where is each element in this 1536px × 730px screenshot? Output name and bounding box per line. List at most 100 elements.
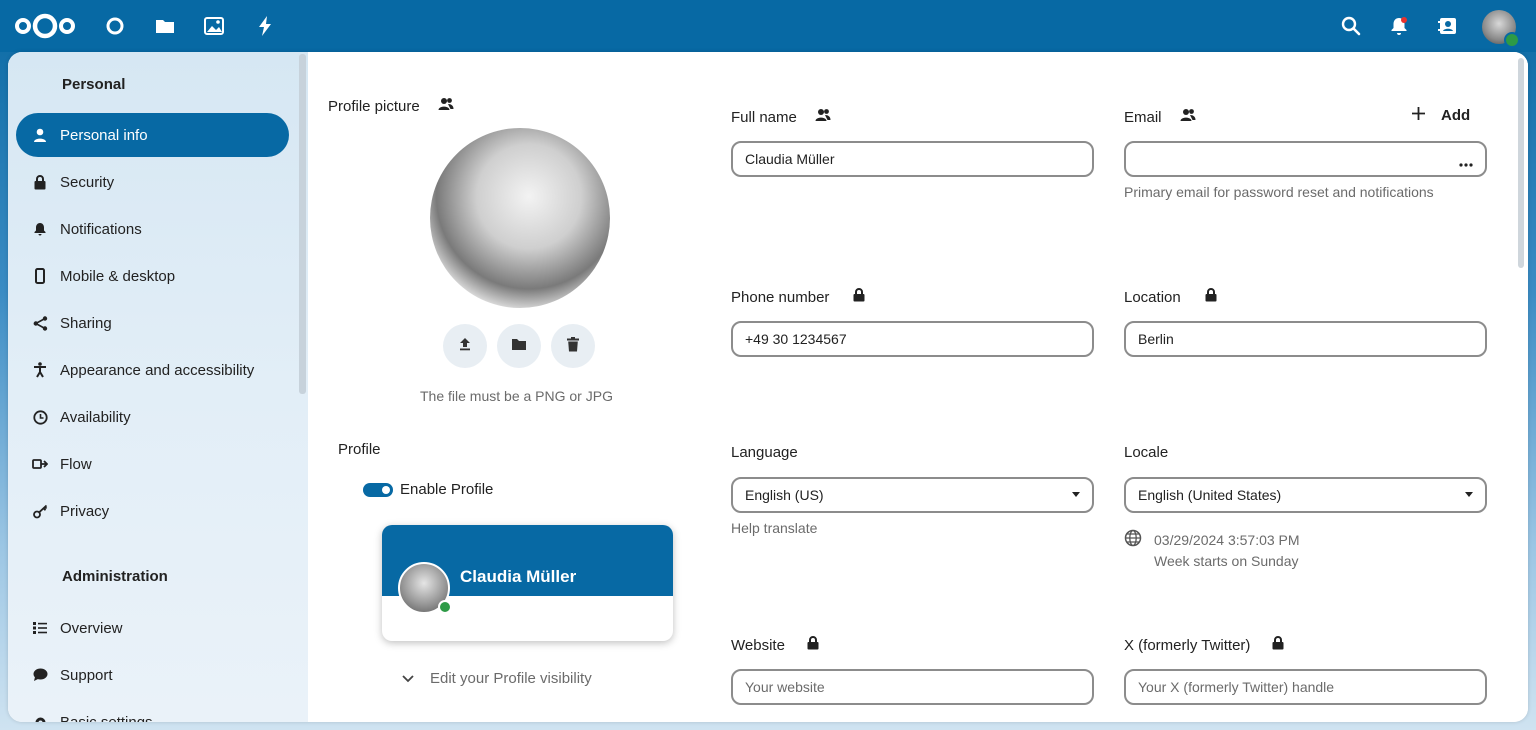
full-name-input[interactable] bbox=[745, 151, 1058, 167]
sidebar-item-label: Sharing bbox=[60, 314, 112, 332]
sidebar-item-label: Basic settings bbox=[60, 713, 153, 723]
language-select[interactable]: English (US) bbox=[731, 477, 1094, 513]
sidebar-item-label: Notifications bbox=[60, 220, 142, 238]
search-icon[interactable] bbox=[1339, 14, 1363, 38]
sidebar-item-privacy[interactable]: Privacy bbox=[16, 489, 289, 533]
profile-picture-label: Profile picture bbox=[328, 97, 420, 115]
top-bar bbox=[0, 0, 1536, 52]
full-name-field[interactable] bbox=[731, 141, 1094, 177]
sidebar-item-mobile-desktop[interactable]: Mobile & desktop bbox=[16, 254, 289, 298]
lock-icon[interactable] bbox=[1272, 636, 1284, 654]
profile-picture-label-row: Profile picture bbox=[328, 97, 454, 115]
location-label: Location bbox=[1124, 288, 1181, 306]
key-icon bbox=[16, 504, 60, 519]
sidebar-item-label: Availability bbox=[60, 408, 131, 426]
help-translate-link[interactable]: Help translate bbox=[731, 520, 817, 536]
locale-week-start: Week starts on Sunday bbox=[1154, 553, 1299, 569]
sidebar-admin-title: Administration bbox=[62, 568, 168, 585]
website-input[interactable] bbox=[745, 679, 1058, 695]
phone-input[interactable] bbox=[745, 331, 1058, 347]
enable-profile-label[interactable]: Enable Profile bbox=[400, 481, 493, 498]
email-field[interactable] bbox=[1124, 141, 1487, 177]
online-status-icon bbox=[1504, 32, 1520, 48]
sidebar-item-label: Personal info bbox=[60, 126, 148, 144]
profile-preview-card[interactable]: Claudia Müller bbox=[382, 525, 673, 641]
edit-profile-visibility[interactable]: Edit your Profile visibility bbox=[402, 670, 592, 687]
sidebar-item-overview[interactable]: Overview bbox=[16, 606, 289, 650]
email-label-row: Email bbox=[1124, 108, 1196, 126]
lock-icon bbox=[16, 174, 60, 190]
sidebar-item-appearance[interactable]: Appearance and accessibility bbox=[16, 348, 289, 392]
visibility-contacts-icon[interactable] bbox=[1180, 108, 1196, 126]
notifications-icon[interactable] bbox=[1387, 14, 1411, 38]
sidebar-scrollbar[interactable] bbox=[299, 54, 306, 394]
lock-icon[interactable] bbox=[853, 288, 865, 306]
sidebar-item-availability[interactable]: Availability bbox=[16, 395, 289, 439]
website-label: Website bbox=[731, 636, 785, 654]
add-email-label: Add bbox=[1441, 107, 1471, 124]
locale-select[interactable]: English (United States) bbox=[1124, 477, 1487, 513]
globe-icon bbox=[1124, 529, 1142, 550]
visibility-contacts-icon[interactable] bbox=[438, 97, 454, 115]
website-label-row: Website bbox=[731, 636, 819, 654]
sidebar-item-label: Security bbox=[60, 173, 115, 191]
sidebar-item-label: Privacy bbox=[60, 502, 110, 520]
sidebar-item-basic-settings[interactable]: Basic settings bbox=[16, 700, 289, 722]
phone-icon bbox=[16, 268, 60, 284]
location-input[interactable] bbox=[1138, 331, 1451, 347]
remove-picture-button[interactable] bbox=[551, 324, 595, 368]
phone-field[interactable] bbox=[731, 321, 1094, 357]
email-input[interactable] bbox=[1138, 151, 1451, 167]
add-email-button[interactable]: Add bbox=[1412, 107, 1470, 124]
activity-icon[interactable] bbox=[253, 14, 277, 38]
sidebar-item-flow[interactable]: Flow bbox=[16, 442, 289, 486]
profile-card-name: Claudia Müller bbox=[460, 567, 577, 586]
files-icon[interactable] bbox=[153, 14, 177, 38]
photos-icon[interactable] bbox=[202, 14, 226, 38]
folder-icon bbox=[511, 337, 527, 355]
profile-picture-preview bbox=[430, 128, 610, 308]
lock-icon[interactable] bbox=[807, 636, 819, 654]
user-avatar[interactable] bbox=[1482, 10, 1520, 48]
contacts-icon[interactable] bbox=[1436, 14, 1460, 38]
trash-icon bbox=[567, 336, 579, 356]
upload-picture-button[interactable] bbox=[443, 324, 487, 368]
sidebar-item-label: Overview bbox=[60, 619, 123, 637]
locale-label: Locale bbox=[1124, 444, 1169, 461]
sidebar-item-sharing[interactable]: Sharing bbox=[16, 301, 289, 345]
sidebar-item-personal-info[interactable]: Personal info bbox=[16, 113, 289, 157]
phone-label-row: Phone number bbox=[731, 288, 865, 306]
location-label-row: Location bbox=[1124, 288, 1217, 306]
locale-value: English (United States) bbox=[1138, 487, 1282, 503]
chevron-down-icon bbox=[402, 670, 414, 687]
choose-from-files-button[interactable] bbox=[497, 324, 541, 368]
dashboard-icon[interactable] bbox=[103, 14, 127, 38]
main-scrollbar[interactable] bbox=[1518, 58, 1524, 268]
caret-down-icon bbox=[1072, 492, 1080, 497]
nextcloud-logo-icon[interactable] bbox=[14, 12, 76, 40]
sidebar-item-label: Appearance and accessibility bbox=[60, 361, 255, 379]
sidebar-personal-title: Personal bbox=[62, 76, 126, 93]
twitter-field[interactable] bbox=[1124, 669, 1487, 705]
sidebar-item-notifications[interactable]: Notifications bbox=[16, 207, 289, 251]
website-field[interactable] bbox=[731, 669, 1094, 705]
sidebar-item-label: Support bbox=[60, 666, 113, 684]
enable-profile-toggle[interactable] bbox=[363, 483, 393, 497]
profile-card-avatar bbox=[398, 562, 452, 614]
sidebar-item-support[interactable]: Support bbox=[16, 653, 289, 697]
location-field[interactable] bbox=[1124, 321, 1487, 357]
sidebar-item-security[interactable]: Security bbox=[16, 160, 289, 204]
full-name-label: Full name bbox=[731, 108, 797, 126]
twitter-label: X (formerly Twitter) bbox=[1124, 636, 1251, 654]
edit-profile-visibility-label: Edit your Profile visibility bbox=[430, 670, 592, 687]
more-options-icon[interactable] bbox=[1459, 154, 1473, 170]
chat-icon bbox=[16, 668, 60, 682]
online-status-icon bbox=[438, 600, 452, 614]
sidebar-item-label: Flow bbox=[60, 455, 92, 473]
locale-datetime: 03/29/2024 3:57:03 PM bbox=[1154, 531, 1300, 548]
full-name-label-row: Full name bbox=[731, 108, 831, 126]
twitter-input[interactable] bbox=[1138, 679, 1451, 695]
twitter-label-row: X (formerly Twitter) bbox=[1124, 636, 1284, 654]
visibility-contacts-icon[interactable] bbox=[815, 108, 831, 126]
lock-icon[interactable] bbox=[1205, 288, 1217, 306]
